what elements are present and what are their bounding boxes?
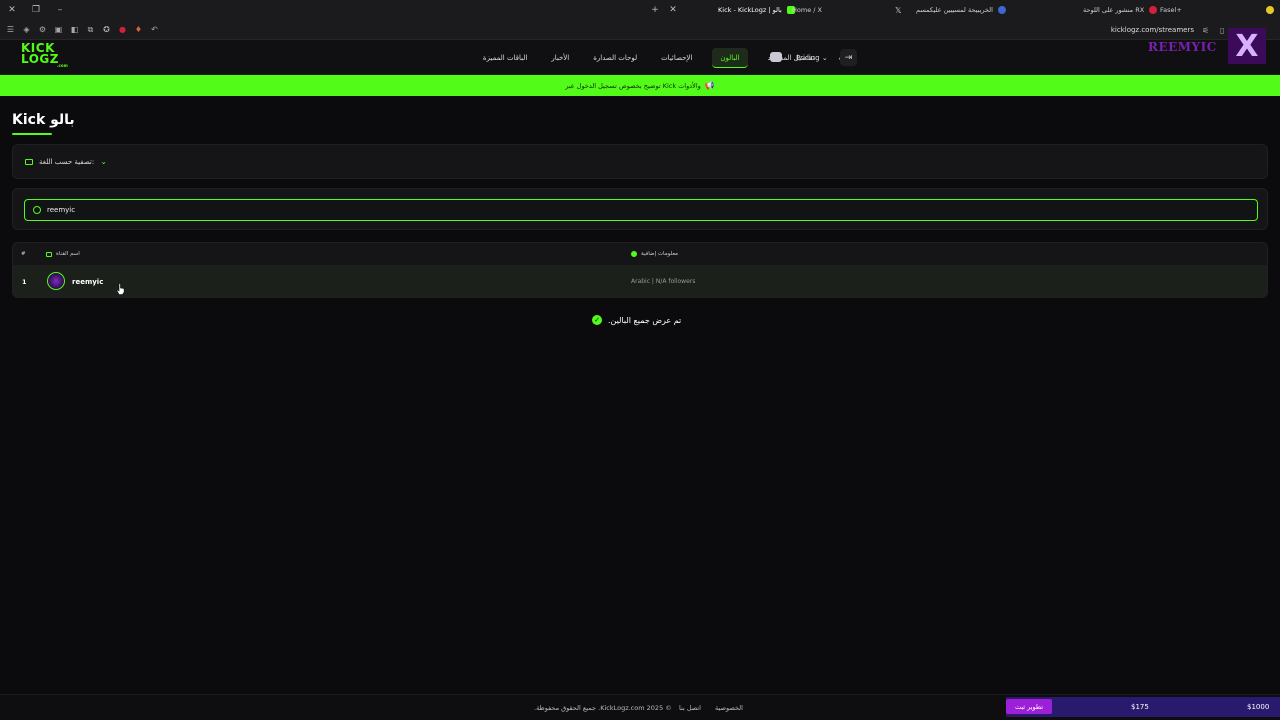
title-underline — [12, 133, 52, 135]
language-filter[interactable]: تصفية حسب اللغة: ⌄ — [12, 144, 1268, 179]
page-title: بالو Kick — [12, 112, 75, 128]
nav-item-leaderboards[interactable]: لوحات الصدارة — [589, 48, 641, 68]
nav-item-premium-plans[interactable]: الباقات المميزة — [479, 48, 531, 68]
window-controls: ✕ ❐ – — [0, 5, 70, 15]
row-info: Arabic | N/A followers — [631, 278, 696, 285]
search-box[interactable] — [24, 199, 1258, 221]
tab-x[interactable]: 𝕏 — [895, 3, 901, 17]
tab-label: Home / X — [792, 6, 822, 14]
tab-x-home[interactable]: Home / X — [792, 3, 822, 17]
megaphone-icon: 📢 — [704, 81, 715, 90]
search-input[interactable] — [47, 206, 447, 214]
announcement-banner[interactable]: 📢 والأدوات Kick توضيح بخصوص تسجيل الدخول… — [0, 75, 1280, 96]
browser-toolbar: ☰ ◈ ⚙ ▣ ◧ ⧉ ✪ ● ♦ ↶ kicklogz.com/streame… — [0, 20, 1280, 40]
screenshot-icon[interactable]: ⧉ — [86, 25, 95, 34]
col-number: # — [21, 251, 26, 257]
discord-icon[interactable] — [770, 52, 782, 62]
tab-favicon-icon — [1266, 6, 1274, 14]
tab-1[interactable]: Fasel+ — [1160, 3, 1182, 17]
tab-2[interactable]: منشور على اللوحة RX — [1083, 3, 1158, 17]
nav-item-news[interactable]: الأخبار — [547, 48, 573, 68]
channel-name-link[interactable]: reemyic — [72, 278, 103, 286]
pinterest-favicon-icon — [1149, 6, 1158, 14]
sidebar-icon[interactable]: ◧ — [70, 25, 79, 34]
table-row[interactable]: 1 reemyic Arabic | N/A followers — [13, 265, 1267, 297]
tab-label: الخريبيحة لمسيبين عليكمسم — [916, 6, 993, 14]
shield-badge-icon[interactable]: ♦ — [134, 25, 143, 34]
all-shown-text: .تم عرض جميع البالين — [608, 315, 682, 325]
address-bar-url[interactable]: kicklogz.com/streamers — [1111, 26, 1194, 34]
privacy-link[interactable]: الخصوصية — [715, 704, 743, 712]
copyright-text: © 2025 KickLogz.com. جميع الحقوق محفوظة. — [534, 704, 672, 712]
goal-amount: $1000 — [1247, 703, 1270, 711]
x-logo-watermark: X — [1228, 28, 1266, 64]
gear-icon[interactable]: ⚙ — [38, 25, 47, 34]
pricing-label: Pricing — [796, 54, 820, 62]
close-window-icon[interactable]: ✕ — [7, 5, 17, 15]
current-amount: $175 — [1131, 703, 1149, 711]
browser-tab-bar: ✕ ❐ – + ✕ Kick - KickLogz | بالو Home / … — [0, 0, 1280, 20]
record-icon[interactable]: ● — [118, 25, 127, 34]
row-number: 1 — [22, 277, 27, 286]
kicklogz-logo[interactable]: KICK LOGZ .com — [21, 42, 68, 69]
nav-item-statistics[interactable]: الإحصائيات — [657, 48, 696, 68]
streamer-watermark: REEMYIC — [1148, 40, 1217, 54]
tv-icon — [46, 251, 52, 257]
restore-window-icon[interactable]: ❐ — [31, 5, 41, 15]
shield-icon[interactable]: ◈ — [22, 25, 31, 34]
menu-icon[interactable]: ☰ — [6, 25, 15, 34]
chevron-down-icon: ⌄ — [821, 54, 828, 62]
pricing-dropdown[interactable]: Pricing ⌄ — [796, 54, 828, 62]
window-icon[interactable]: ▣ — [54, 25, 63, 34]
extension-icon[interactable]: ✪ — [102, 25, 111, 34]
col-channel-name: اسم القناة — [46, 251, 80, 257]
close-tab-icon[interactable]: ✕ — [668, 5, 678, 15]
info-dot-icon — [631, 251, 637, 257]
search-icon — [33, 206, 41, 214]
chevron-down-icon: ⌄ — [100, 157, 107, 166]
all-shown-message: ✓ .تم عرض جميع البالين — [592, 315, 681, 325]
avatar[interactable] — [47, 272, 65, 290]
login-icon: ⇥ — [844, 52, 853, 63]
logo-suffix: .com — [57, 63, 68, 68]
toolbar-tools: ☰ ◈ ⚙ ▣ ◧ ⧉ ✪ ● ♦ ↶ — [0, 25, 159, 35]
col-extra-info-label: معلومات إضافية — [641, 251, 678, 257]
table-header: # اسم القناة معلومات إضافية — [13, 243, 1267, 265]
new-tab-icon[interactable]: + — [650, 5, 660, 15]
filter-icon — [25, 158, 33, 165]
bookmark-icon[interactable]: ▯ — [1220, 26, 1224, 35]
login-button[interactable]: ⇥ — [840, 49, 857, 66]
col-extra-info: معلومات إضافية — [631, 251, 678, 257]
x-favicon-icon: 𝕏 — [895, 5, 902, 15]
tab-3[interactable]: الخريبيحة لمسيبين عليكمسم — [916, 3, 1006, 17]
tab-label: Kick - KickLogz | بالو — [718, 6, 782, 14]
banner-text: والأدوات Kick توضيح بخصوص تسجيل الدخول ع… — [565, 81, 701, 90]
tab-label: Fasel+ — [1160, 6, 1182, 14]
tab-kicklogz[interactable]: Kick - KickLogz | بالو — [718, 3, 795, 17]
nav-item-streamers[interactable]: البالون — [712, 48, 748, 68]
tab-label: منشور على اللوحة RX — [1083, 6, 1145, 14]
filter-label: تصفية حسب اللغة: — [39, 157, 95, 166]
undo-icon[interactable]: ↶ — [150, 25, 159, 34]
col-channel-name-label: اسم القناة — [56, 251, 80, 257]
tab-favicon-icon — [997, 6, 1006, 14]
streamers-table: # اسم القناة معلومات إضافية 1 reemyic Ar… — [12, 242, 1268, 298]
contact-link[interactable]: اتصل بنا — [679, 704, 701, 712]
settings-sliders-icon[interactable]: ⚟ — [1202, 26, 1209, 35]
hand-cursor-icon — [116, 283, 125, 295]
search-panel — [12, 188, 1268, 230]
minimize-window-icon[interactable]: – — [55, 5, 65, 15]
donate-button[interactable]: تطوير ثبت — [1006, 699, 1052, 714]
check-circle-icon: ✓ — [592, 315, 602, 325]
